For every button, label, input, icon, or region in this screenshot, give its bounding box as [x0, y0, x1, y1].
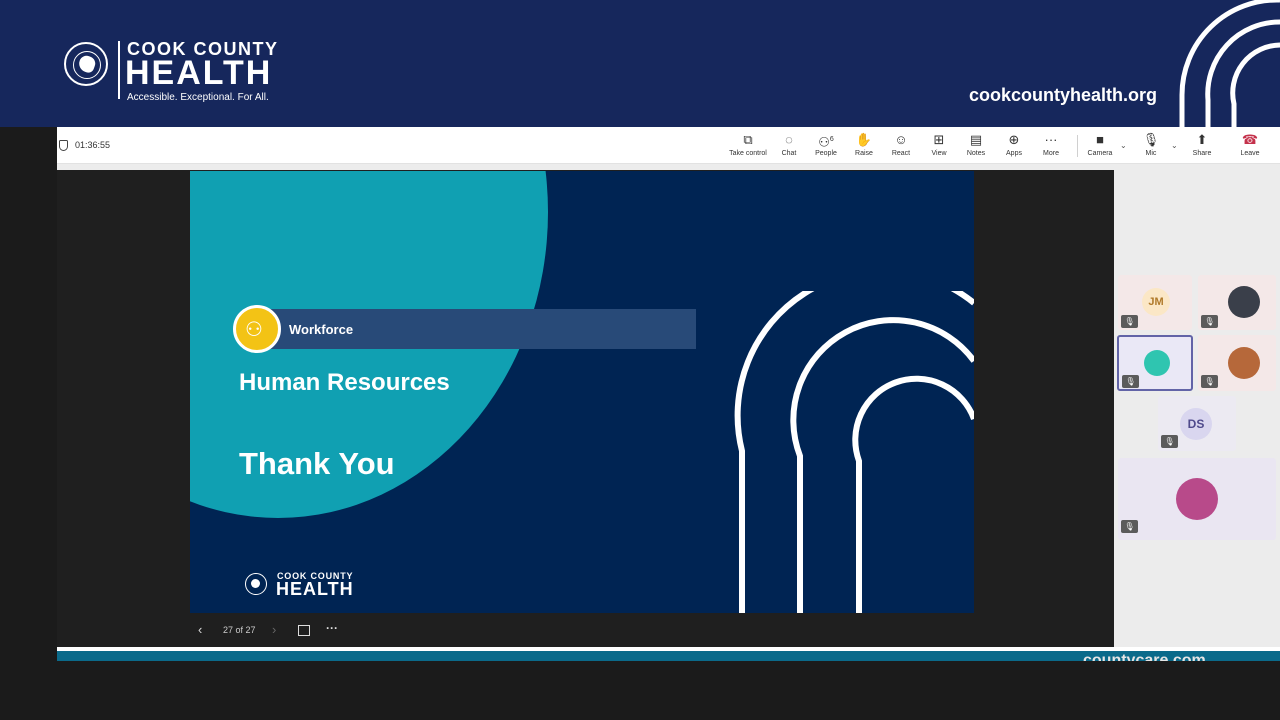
website-url: cookcountyhealth.org [969, 85, 1158, 105]
mic-muted-icon: 🎙 [1121, 315, 1138, 328]
logo-divider [118, 41, 120, 99]
slide-arches-graphic [734, 291, 974, 613]
avatar [1228, 347, 1260, 379]
meeting-toolbar: 01:36:55 ⧉ Take control ◌ Chat ⚇6 People… [57, 127, 1280, 164]
slide-closing-text: Thank You [239, 446, 395, 481]
mic-muted-icon: 🎙 [1161, 435, 1178, 448]
mic-muted-icon: 🎙 [1122, 375, 1139, 388]
avatar [1176, 478, 1218, 520]
slide-counter: 27 of 27 [223, 625, 256, 635]
workforce-people-icon: ⚇ [233, 305, 281, 353]
ellipsis-icon: ··· [1044, 132, 1058, 147]
participant-tile[interactable]: DS 🎙 [1158, 396, 1236, 451]
share-icon: ⬆ [1196, 132, 1208, 147]
county-seal-logo [64, 42, 108, 86]
avatar: DS [1180, 408, 1212, 440]
meeting-window: 01:36:55 ⧉ Take control ◌ Chat ⚇6 People… [57, 127, 1280, 647]
avatar [1228, 286, 1260, 318]
slide-seal-logo [245, 573, 267, 595]
shared-content-stage: ⚇ Workforce Human Resources Thank You CO… [57, 170, 1114, 647]
footer-partial-url: countycare.com [1083, 652, 1206, 661]
slide-more-options-icon[interactable]: ··· [326, 621, 338, 635]
meeting-timer: 01:36:55 [75, 140, 111, 150]
participant-tile[interactable]: 🎙 [1198, 335, 1276, 391]
slide-logo-main: HEALTH [276, 579, 354, 599]
avatar: JM [1142, 288, 1170, 316]
mic-muted-icon: 🎙 [1121, 520, 1138, 533]
mic-off-icon: 🎙 [1142, 132, 1160, 147]
avatar [1144, 350, 1170, 376]
mic-button[interactable]: 🎙 Mic [1129, 131, 1173, 161]
camera-options-chevron-icon[interactable]: ⌄ [1120, 141, 1127, 150]
slide-title: Human Resources [239, 369, 450, 396]
logo-tagline: Accessible. Exceptional. For All. [127, 92, 269, 103]
leave-button[interactable]: ☎ Leave [1228, 131, 1272, 161]
participant-tile[interactable]: 🎙 [1198, 275, 1276, 330]
screen: COOK COUNTY HEALTH Accessible. Exception… [0, 0, 1280, 720]
logo-main-text: HEALTH [125, 54, 273, 92]
slide-thumbnails-icon[interactable] [298, 625, 310, 636]
take-control-button[interactable]: ⧉ Take control [726, 131, 770, 161]
participant-tile[interactable]: 🎙 [1118, 458, 1276, 540]
section-label: Workforce [289, 322, 354, 337]
hangup-icon: ☎ [1241, 132, 1259, 147]
previous-slide-chevron-icon[interactable]: ‹ [198, 622, 202, 637]
participant-tile-active[interactable]: 🎙 [1117, 335, 1193, 391]
mic-muted-icon: 🎙 [1201, 315, 1218, 328]
shield-icon [59, 140, 68, 151]
camera-button[interactable]: ■ Camera [1078, 131, 1122, 161]
mic-muted-icon: 🎙 [1201, 375, 1218, 388]
share-button[interactable]: ⬆ Share [1180, 131, 1224, 161]
footer-strip: countycare.com [57, 647, 1280, 661]
take-control-icon: ⧉ [743, 132, 753, 147]
more-button[interactable]: ··· More [1029, 131, 1073, 161]
next-slide-chevron-icon[interactable]: › [272, 622, 276, 637]
participant-tile[interactable]: JM 🎙 [1118, 275, 1192, 330]
camera-off-icon: ■ [1096, 132, 1104, 147]
people-count: 6 [829, 136, 834, 143]
header-banner: COOK COUNTY HEALTH Accessible. Exception… [0, 0, 1280, 127]
banner-arches-graphic [1179, 0, 1280, 127]
mic-options-chevron-icon[interactable]: ⌄ [1171, 141, 1178, 150]
participant-gallery: JM 🎙 🎙 🎙 🎙 DS 🎙 🎙 [1114, 170, 1280, 647]
presentation-slide: ⚇ Workforce Human Resources Thank You CO… [190, 171, 974, 613]
